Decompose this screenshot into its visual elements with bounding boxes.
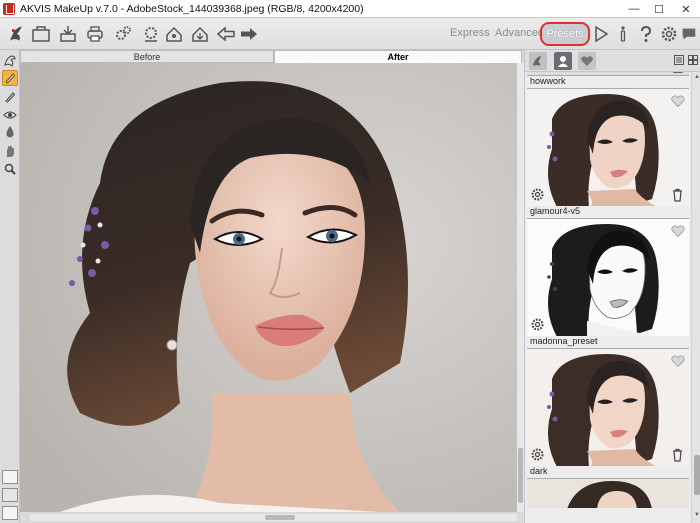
- tab-before[interactable]: Before: [20, 50, 274, 63]
- brand-logo-icon: [4, 22, 28, 46]
- drop-tool-icon[interactable]: [2, 124, 18, 140]
- settings-icon[interactable]: [658, 23, 680, 45]
- save-icon[interactable]: [57, 23, 79, 45]
- portrait-photo: [20, 63, 517, 512]
- open-icon[interactable]: [30, 23, 52, 45]
- pencil-tool-icon[interactable]: [2, 89, 18, 105]
- favorite-heart-icon[interactable]: [671, 354, 685, 368]
- run-icon[interactable]: [590, 23, 612, 45]
- preset-settings-gear-icon[interactable]: [530, 317, 545, 332]
- user-presets-tab[interactable]: [554, 52, 572, 70]
- zoom-tool-icon[interactable]: [2, 161, 18, 177]
- presets-panel: howwork glamour4-v5 madonna_preset dark …: [524, 50, 700, 523]
- info-icon[interactable]: [612, 23, 634, 45]
- preset-settings-gear-icon[interactable]: [530, 187, 545, 202]
- favorite-heart-icon[interactable]: [671, 224, 685, 238]
- compare-icon[interactable]: [2, 488, 18, 502]
- list-item[interactable]: glamour4-v5: [527, 88, 689, 217]
- preset-list-scrollbar[interactable]: ▲ ▼: [691, 72, 700, 523]
- grid-view-icon[interactable]: [688, 55, 698, 65]
- akvis-presets-tab[interactable]: [529, 52, 547, 70]
- title-bar: AKVIS MakeUp v.7.0 - AdobeStock_14403936…: [0, 0, 700, 18]
- presets-panel-header: [525, 50, 700, 72]
- canvas-horizontal-scrollbar[interactable]: [30, 514, 517, 521]
- print-icon[interactable]: [84, 23, 106, 45]
- mode-advanced[interactable]: Advanced: [495, 27, 544, 39]
- list-item[interactable]: madonna_preset: [527, 218, 689, 347]
- preset-thumbnail[interactable]: [527, 478, 689, 508]
- delete-preset-trash-icon[interactable]: [671, 448, 684, 462]
- export-icon[interactable]: [189, 23, 211, 45]
- feedback-icon[interactable]: [680, 23, 698, 45]
- batch-icon[interactable]: [112, 23, 134, 45]
- minimize-button[interactable]: —: [620, 0, 648, 18]
- preset-settings-gear-icon[interactable]: [530, 447, 545, 462]
- view-tabs: Before After: [20, 50, 522, 63]
- mode-presets[interactable]: Presets: [540, 22, 590, 46]
- preset-thumbnail[interactable]: [527, 348, 689, 466]
- left-toolbar: [0, 50, 20, 523]
- maximize-button[interactable]: ☐: [645, 0, 673, 18]
- tab-after[interactable]: After: [274, 50, 522, 63]
- list-item[interactable]: howwork: [527, 72, 689, 87]
- image-canvas[interactable]: [20, 63, 517, 512]
- cosmetic-tool-icon[interactable]: [2, 53, 18, 69]
- show-original-icon[interactable]: [2, 470, 18, 484]
- mode-express[interactable]: Express: [450, 27, 490, 39]
- fit-icon[interactable]: [2, 506, 18, 520]
- canvas-vertical-scrollbar[interactable]: [517, 63, 524, 512]
- preset-name: dark: [530, 466, 548, 476]
- favorites-tab[interactable]: [578, 52, 596, 70]
- delete-preset-trash-icon[interactable]: [671, 188, 684, 202]
- brush-tool-icon[interactable]: [2, 70, 18, 86]
- window-title: AKVIS MakeUp v.7.0 - AdobeStock_14403936…: [20, 2, 364, 15]
- preset-thumbnail[interactable]: [527, 88, 689, 206]
- undo-icon[interactable]: [215, 23, 237, 45]
- list-view-icon[interactable]: [674, 55, 684, 65]
- preferences-icon[interactable]: [140, 23, 162, 45]
- list-item[interactable]: dark: [527, 348, 689, 477]
- app-logo-icon: [3, 2, 15, 15]
- main-toolbar: Express Advanced: [0, 18, 700, 50]
- preset-name: madonna_preset: [530, 336, 598, 346]
- help-icon[interactable]: [635, 23, 657, 45]
- list-item[interactable]: [527, 478, 689, 508]
- preset-name: howwork: [530, 76, 566, 86]
- preset-thumbnail[interactable]: [527, 218, 689, 336]
- preset-name: glamour4-v5: [530, 206, 581, 216]
- hand-tool-icon[interactable]: [2, 143, 18, 159]
- favorite-heart-icon[interactable]: [671, 94, 685, 108]
- import-icon[interactable]: [163, 23, 185, 45]
- eye-tool-icon[interactable]: [2, 107, 18, 123]
- preset-list[interactable]: howwork glamour4-v5 madonna_preset dark: [525, 72, 691, 523]
- redo-icon[interactable]: [238, 23, 260, 45]
- close-button[interactable]: ✕: [672, 0, 700, 18]
